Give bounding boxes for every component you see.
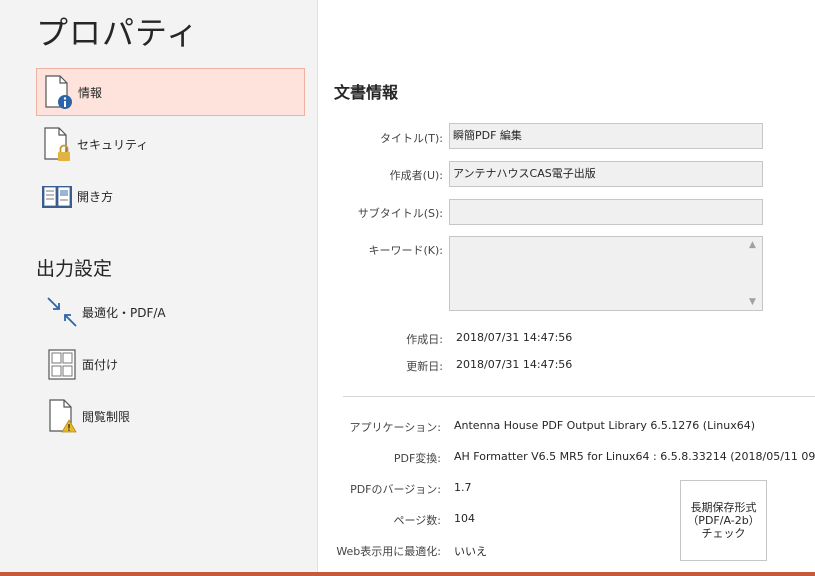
bottom-accent-bar — [0, 572, 815, 576]
doc-info-heading: 文書情報 — [334, 83, 399, 102]
imposition-grid-icon — [44, 346, 80, 382]
pdfa-check-line2: （PDF/A-2b） — [687, 514, 760, 527]
keywords-scrollbar[interactable]: ▲ ▼ — [745, 237, 762, 310]
created-value: 2018/07/31 14:47:56 — [456, 331, 573, 344]
keywords-text — [450, 237, 762, 243]
nav-item-optimize-label: 最適化・PDF/A — [82, 305, 166, 320]
pdf-version-value: 1.7 — [454, 481, 472, 494]
pdfa-check-line1: 長期保存形式 — [690, 501, 757, 514]
nav-item-imposition-label: 面付け — [82, 357, 119, 372]
output-settings-title: 出力設定 — [36, 258, 113, 280]
nav-item-info-label: 情報 — [78, 85, 103, 100]
nav-item-optimize[interactable]: 最適化・PDF/A — [36, 288, 305, 336]
open-book-icon — [39, 178, 75, 214]
converter-label: PDF変換: — [393, 452, 441, 465]
nav-item-open[interactable]: 開き方 — [36, 172, 305, 220]
pdfa-check-line3: チェック — [701, 527, 746, 540]
application-label: アプリケーション: — [349, 421, 442, 434]
document-info-icon — [40, 74, 76, 110]
page-title: プロパティ — [36, 14, 200, 52]
modified-value: 2018/07/31 14:47:56 — [456, 358, 573, 371]
web-optimized-label: Web表示用に最適化: — [336, 545, 441, 558]
created-label: 作成日: — [406, 333, 443, 346]
keywords-label: キーワード(K): — [368, 244, 443, 257]
nav-item-security[interactable]: セキュリティ — [36, 120, 305, 168]
scroll-down-icon[interactable]: ▼ — [749, 297, 756, 307]
properties-panel: 文書情報 タイトル(T): 瞬簡PDF 編集 作成者(U): アンテナハウスCA… — [319, 0, 815, 576]
page-count-label: ページ数: — [393, 514, 442, 527]
modified-label: 更新日: — [406, 360, 443, 373]
nav-item-security-label: セキュリティ — [77, 137, 149, 152]
title-label: タイトル(T): — [379, 132, 443, 145]
left-panel: プロパティ 情報 セキュリティ 開き方 出力設定 最適化・PDF/A 面付け 閲… — [0, 0, 318, 576]
section-divider — [343, 396, 815, 397]
nav-item-restrict-label: 閲覧制限 — [82, 409, 131, 424]
pdf-version-label: PDFのバージョン: — [350, 483, 441, 496]
author-field[interactable]: アンテナハウスCAS電子出版 — [449, 161, 763, 187]
author-label: 作成者(U): — [389, 169, 443, 182]
page-count-value: 104 — [454, 512, 475, 525]
nav-item-open-label: 開き方 — [77, 189, 114, 204]
nav-item-restrict[interactable]: 閲覧制限 — [36, 392, 305, 440]
application-value: Antenna House PDF Output Library 6.5.127… — [454, 419, 756, 432]
subtitle-field[interactable] — [449, 199, 763, 225]
web-optimized-value: いいえ — [454, 545, 487, 558]
keywords-field[interactable]: ▲ ▼ — [449, 236, 763, 311]
nav-item-info[interactable]: 情報 — [36, 68, 305, 116]
scroll-up-icon[interactable]: ▲ — [749, 240, 756, 250]
pdfa-check-button[interactable]: 長期保存形式 （PDF/A-2b） チェック — [680, 480, 767, 561]
document-lock-icon — [39, 126, 75, 162]
document-warning-icon — [44, 398, 80, 434]
title-field[interactable]: 瞬簡PDF 編集 — [449, 123, 763, 149]
subtitle-label: サブタイトル(S): — [357, 207, 443, 220]
nav-item-imposition[interactable]: 面付け — [36, 340, 305, 388]
converter-value: AH Formatter V6.5 MR5 for Linux64 : 6.5.… — [454, 450, 815, 463]
compress-arrows-icon — [44, 294, 80, 330]
